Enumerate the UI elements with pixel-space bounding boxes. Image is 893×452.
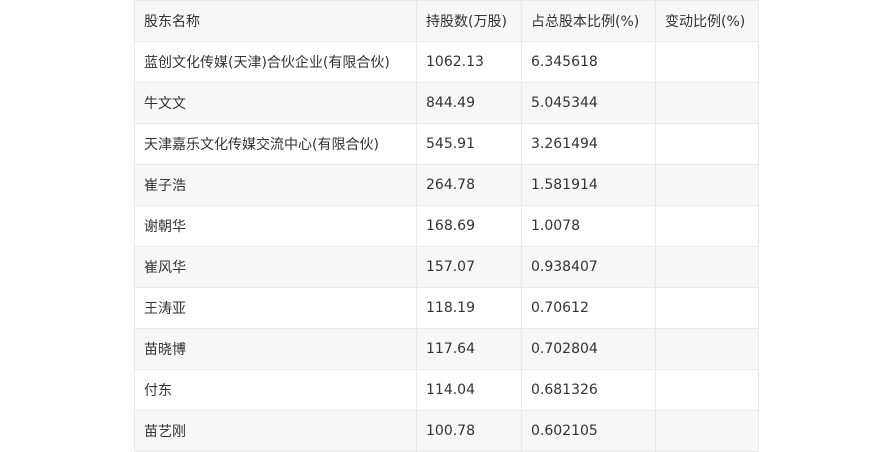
cell-ratio: 6.345618 [521, 41, 656, 83]
cell-shares: 100.78 [416, 410, 522, 452]
cell-name: 天津嘉乐文化传媒交流中心(有限合伙) [134, 123, 417, 165]
cell-ratio: 0.938407 [521, 246, 656, 288]
cell-ratio: 1.0078 [521, 205, 656, 247]
cell-name: 苗艺刚 [134, 410, 417, 452]
cell-change [655, 328, 759, 370]
cell-shares: 844.49 [416, 82, 522, 124]
cell-shares: 1062.13 [416, 41, 522, 83]
header-change: 变动比例(%) [655, 0, 759, 42]
header-ratio: 占总股本比例(%) [521, 0, 656, 42]
cell-change [655, 410, 759, 452]
table-row: 崔子浩 264.78 1.581914 [134, 164, 759, 206]
table-row: 天津嘉乐文化传媒交流中心(有限合伙) 545.91 3.261494 [134, 123, 759, 165]
header-shares: 持股数(万股) [416, 0, 522, 42]
cell-name: 王涛亚 [134, 287, 417, 329]
cell-shares: 157.07 [416, 246, 522, 288]
cell-shares: 168.69 [416, 205, 522, 247]
cell-name: 崔子浩 [134, 164, 417, 206]
header-shareholder-name: 股东名称 [134, 0, 417, 42]
table-row: 牛文文 844.49 5.045344 [134, 82, 759, 124]
table-row: 蓝创文化传媒(天津)合伙企业(有限合伙) 1062.13 6.345618 [134, 41, 759, 83]
cell-name: 谢朝华 [134, 205, 417, 247]
cell-change [655, 164, 759, 206]
cell-name: 付东 [134, 369, 417, 411]
cell-shares: 114.04 [416, 369, 522, 411]
cell-ratio: 0.70612 [521, 287, 656, 329]
cell-change [655, 123, 759, 165]
cell-ratio: 3.261494 [521, 123, 656, 165]
cell-name: 蓝创文化传媒(天津)合伙企业(有限合伙) [134, 41, 417, 83]
cell-change [655, 41, 759, 83]
table-row: 苗艺刚 100.78 0.602105 [134, 410, 759, 452]
cell-ratio: 5.045344 [521, 82, 656, 124]
cell-change [655, 205, 759, 247]
table-row: 苗晓博 117.64 0.702804 [134, 328, 759, 370]
cell-shares: 117.64 [416, 328, 522, 370]
cell-shares: 545.91 [416, 123, 522, 165]
cell-ratio: 0.602105 [521, 410, 656, 452]
cell-name: 崔风华 [134, 246, 417, 288]
cell-ratio: 1.581914 [521, 164, 656, 206]
table-row: 崔风华 157.07 0.938407 [134, 246, 759, 288]
cell-change [655, 82, 759, 124]
cell-ratio: 0.681326 [521, 369, 656, 411]
cell-change [655, 246, 759, 288]
cell-shares: 264.78 [416, 164, 522, 206]
cell-change [655, 369, 759, 411]
shareholders-table: 股东名称 持股数(万股) 占总股本比例(%) 变动比例(%) 蓝创文化传媒(天津… [134, 0, 759, 452]
cell-name: 苗晓博 [134, 328, 417, 370]
table-row: 王涛亚 118.19 0.70612 [134, 287, 759, 329]
cell-name: 牛文文 [134, 82, 417, 124]
cell-change [655, 287, 759, 329]
cell-ratio: 0.702804 [521, 328, 656, 370]
table-row: 付东 114.04 0.681326 [134, 369, 759, 411]
table-header-row: 股东名称 持股数(万股) 占总股本比例(%) 变动比例(%) [134, 0, 759, 42]
cell-shares: 118.19 [416, 287, 522, 329]
table-row: 谢朝华 168.69 1.0078 [134, 205, 759, 247]
